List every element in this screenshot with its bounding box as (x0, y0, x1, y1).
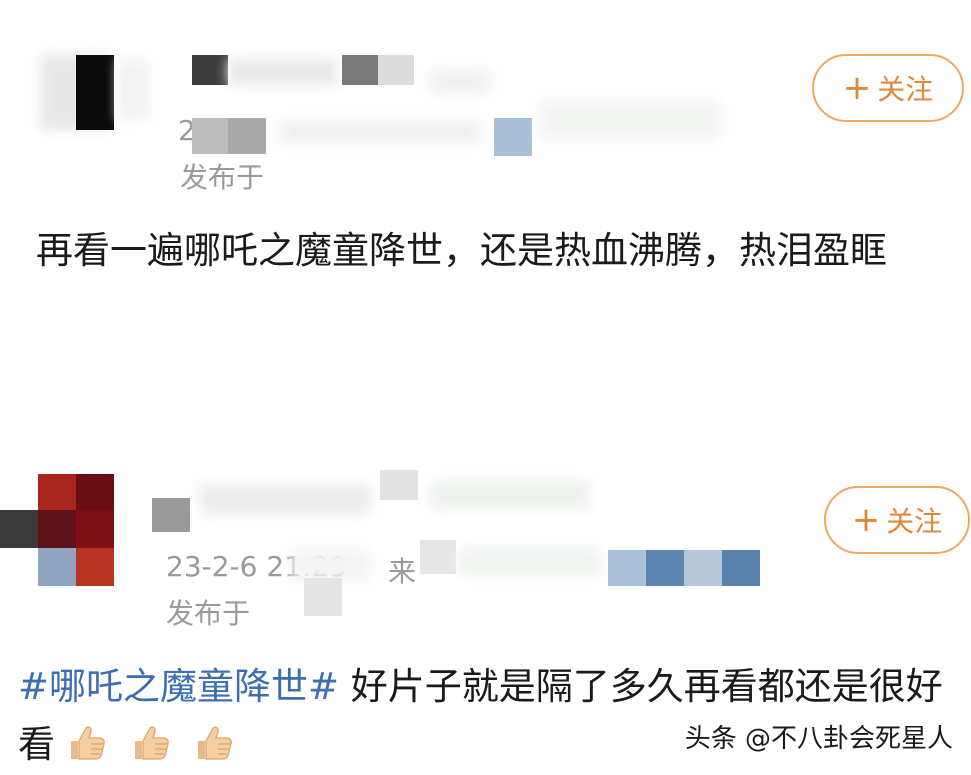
comment-text: #哪吒之魔童降世# 好片子就是隔了多久再看都还是很好看 (18, 658, 958, 774)
emoji-row (67, 723, 247, 766)
comment-text: 再看一遍哪吒之魔童降世，还是热血沸腾，热泪盈眶 (36, 229, 887, 272)
hashtag-link[interactable]: #哪吒之魔童降世# (18, 665, 339, 708)
follow-label: 关注 (877, 73, 934, 106)
follow-label: 关注 (886, 505, 943, 538)
watermark: 头条 @不八卦会死星人 (684, 724, 953, 754)
thumbs-up-icon (134, 726, 169, 760)
comment-feed: 2 发布于 + 关注 再看一遍哪吒之魔童降世，还是热血沸腾，热泪盈眶 23-2-… (0, 0, 971, 775)
plus-icon: + (851, 500, 881, 540)
thumbs-up-icon (70, 726, 105, 760)
comment-post: 2 发布于 + 关注 再看一遍哪吒之魔童降世，还是热血沸腾，热泪盈眶 (0, 0, 971, 440)
published-prefix: 发布于 (166, 597, 251, 630)
follow-button[interactable]: + 关注 (824, 486, 970, 554)
source-prefix: 来 (388, 555, 417, 588)
published-prefix: 发布于 (180, 161, 265, 194)
follow-button[interactable]: + 关注 (812, 54, 964, 122)
thumbs-up-icon (198, 726, 233, 760)
plus-icon: + (842, 68, 872, 108)
